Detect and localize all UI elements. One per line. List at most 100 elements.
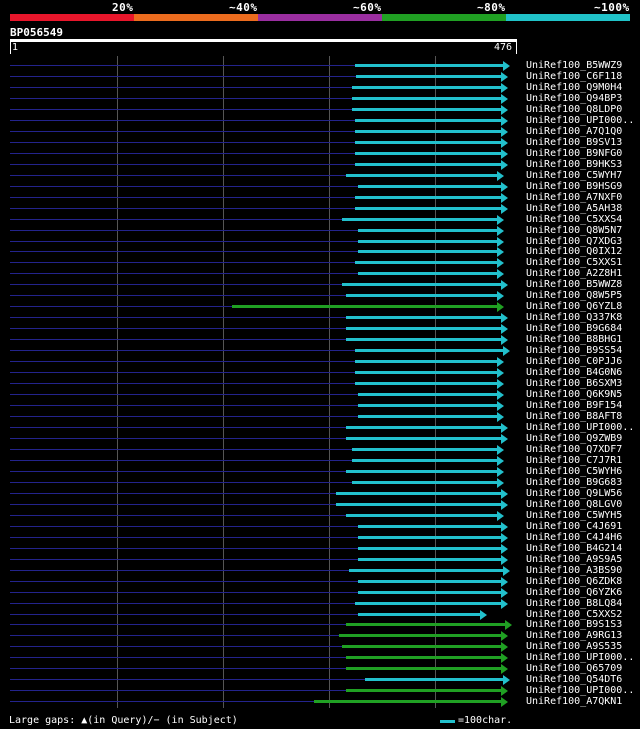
hit-bar[interactable]: [358, 404, 497, 407]
hit-bar[interactable]: [352, 108, 501, 111]
hit-bar[interactable]: [355, 141, 501, 144]
hit-bar[interactable]: [346, 667, 501, 670]
hit-bar[interactable]: [346, 689, 501, 692]
hit-label[interactable]: UniRef100_Q54DT6: [526, 674, 622, 685]
hit-label[interactable]: UniRef100_C5XXS1: [526, 257, 622, 268]
hit-label[interactable]: UniRef100_C5WYH5: [526, 510, 622, 521]
hit-bar[interactable]: [355, 119, 501, 122]
hit-label[interactable]: UniRef100_A7QKN1: [526, 696, 622, 707]
hit-label[interactable]: UniRef100_Q8LDP0: [526, 104, 622, 115]
hit-bar[interactable]: [358, 185, 501, 188]
hit-bar[interactable]: [358, 558, 501, 561]
hit-label[interactable]: UniRef100_B9SS54: [526, 345, 622, 356]
hit-label[interactable]: UniRef100_Q6ZDK8: [526, 576, 622, 587]
hit-bar[interactable]: [346, 437, 501, 440]
hit-label[interactable]: UniRef100_UPI000..: [526, 115, 634, 126]
hit-bar[interactable]: [346, 338, 501, 341]
hit-bar[interactable]: [352, 448, 497, 451]
hit-bar[interactable]: [355, 371, 497, 374]
hit-bar[interactable]: [352, 459, 497, 462]
hit-label[interactable]: UniRef100_A7NXF0: [526, 192, 622, 203]
hit-bar[interactable]: [346, 174, 497, 177]
hit-label[interactable]: UniRef100_UPI000..: [526, 422, 634, 433]
hit-label[interactable]: UniRef100_A3BS90: [526, 565, 622, 576]
hit-label[interactable]: UniRef100_Q6K9N5: [526, 389, 622, 400]
hit-bar[interactable]: [336, 492, 501, 495]
hit-label[interactable]: UniRef100_Q9M0H4: [526, 82, 622, 93]
hit-label[interactable]: UniRef100_B4G0N6: [526, 367, 622, 378]
hit-label[interactable]: UniRef100_B9F154: [526, 400, 622, 411]
hit-bar[interactable]: [355, 163, 501, 166]
hit-label[interactable]: UniRef100_B9G683: [526, 477, 622, 488]
hit-label[interactable]: UniRef100_Q9LW56: [526, 488, 622, 499]
hit-label[interactable]: UniRef100_B8LQ84: [526, 598, 622, 609]
hit-bar[interactable]: [355, 602, 501, 605]
hit-bar[interactable]: [355, 207, 501, 210]
hit-bar[interactable]: [346, 316, 501, 319]
hit-label[interactable]: UniRef100_C7J7R1: [526, 455, 622, 466]
hit-bar[interactable]: [355, 64, 503, 67]
hit-label[interactable]: UniRef100_A5AH38: [526, 203, 622, 214]
hit-label[interactable]: UniRef100_Q94BP3: [526, 93, 622, 104]
hit-bar[interactable]: [349, 569, 503, 572]
hit-label[interactable]: UniRef100_Q0IX12: [526, 246, 622, 257]
hit-label[interactable]: UniRef100_Q6YZL8: [526, 301, 622, 312]
hit-label[interactable]: UniRef100_Q337K8: [526, 312, 622, 323]
hit-bar[interactable]: [342, 645, 501, 648]
hit-label[interactable]: UniRef100_B8AFT8: [526, 411, 622, 422]
hit-label[interactable]: UniRef100_A2Z8H1: [526, 268, 622, 279]
hit-bar[interactable]: [314, 700, 501, 703]
hit-label[interactable]: UniRef100_B8BHG1: [526, 334, 622, 345]
hit-label[interactable]: UniRef100_C6F118: [526, 71, 622, 82]
hit-label[interactable]: UniRef100_B9HKS3: [526, 159, 622, 170]
hit-label[interactable]: UniRef100_A9S9A5: [526, 554, 622, 565]
hit-bar[interactable]: [346, 426, 501, 429]
hit-bar[interactable]: [346, 327, 501, 330]
hit-label[interactable]: UniRef100_B4G214: [526, 543, 622, 554]
hit-bar[interactable]: [358, 580, 501, 583]
hit-label[interactable]: UniRef100_A9RG13: [526, 630, 622, 641]
hit-bar[interactable]: [358, 613, 480, 616]
hit-bar[interactable]: [342, 218, 497, 221]
hit-label[interactable]: UniRef100_B9SV13: [526, 137, 622, 148]
hit-label[interactable]: UniRef100_Q6YZK6: [526, 587, 622, 598]
hit-bar[interactable]: [339, 634, 501, 637]
hit-bar[interactable]: [358, 525, 501, 528]
hit-bar[interactable]: [358, 591, 501, 594]
hit-label[interactable]: UniRef100_C5WYH6: [526, 466, 622, 477]
hit-bar[interactable]: [358, 272, 497, 275]
hit-bar[interactable]: [352, 97, 501, 100]
hit-bar[interactable]: [346, 514, 497, 517]
hit-bar[interactable]: [346, 470, 497, 473]
hit-bar[interactable]: [358, 250, 497, 253]
hit-label[interactable]: UniRef100_B5WWZ9: [526, 60, 622, 71]
hit-label[interactable]: UniRef100_C4J691: [526, 521, 622, 532]
hit-bar[interactable]: [352, 481, 497, 484]
hit-bar[interactable]: [346, 294, 497, 297]
hit-bar[interactable]: [365, 678, 503, 681]
hit-bar[interactable]: [358, 536, 501, 539]
hit-bar[interactable]: [355, 196, 501, 199]
hit-label[interactable]: UniRef100_Q8LGV0: [526, 499, 622, 510]
hit-bar[interactable]: [355, 360, 497, 363]
hit-bar[interactable]: [355, 349, 503, 352]
hit-bar[interactable]: [346, 623, 505, 626]
hit-label[interactable]: UniRef100_B9S1S3: [526, 619, 622, 630]
hit-bar[interactable]: [346, 656, 501, 659]
hit-bar[interactable]: [336, 503, 501, 506]
hit-bar[interactable]: [358, 547, 501, 550]
hit-bar[interactable]: [358, 240, 497, 243]
hit-bar[interactable]: [355, 261, 497, 264]
hit-label[interactable]: UniRef100_C5XXS4: [526, 214, 622, 225]
hit-bar[interactable]: [232, 305, 497, 308]
hit-label[interactable]: UniRef100_UPI000..: [526, 652, 634, 663]
hit-bar[interactable]: [358, 229, 497, 232]
hit-label[interactable]: UniRef100_B9NFG0: [526, 148, 622, 159]
hit-bar[interactable]: [342, 283, 501, 286]
hit-label[interactable]: UniRef100_B6SXM3: [526, 378, 622, 389]
hit-label[interactable]: UniRef100_B9HSG9: [526, 181, 622, 192]
hit-label[interactable]: UniRef100_A9S535: [526, 641, 622, 652]
hit-label[interactable]: UniRef100_Q65709: [526, 663, 622, 674]
hit-label[interactable]: UniRef100_Q7XDF7: [526, 444, 622, 455]
hit-bar[interactable]: [355, 152, 501, 155]
